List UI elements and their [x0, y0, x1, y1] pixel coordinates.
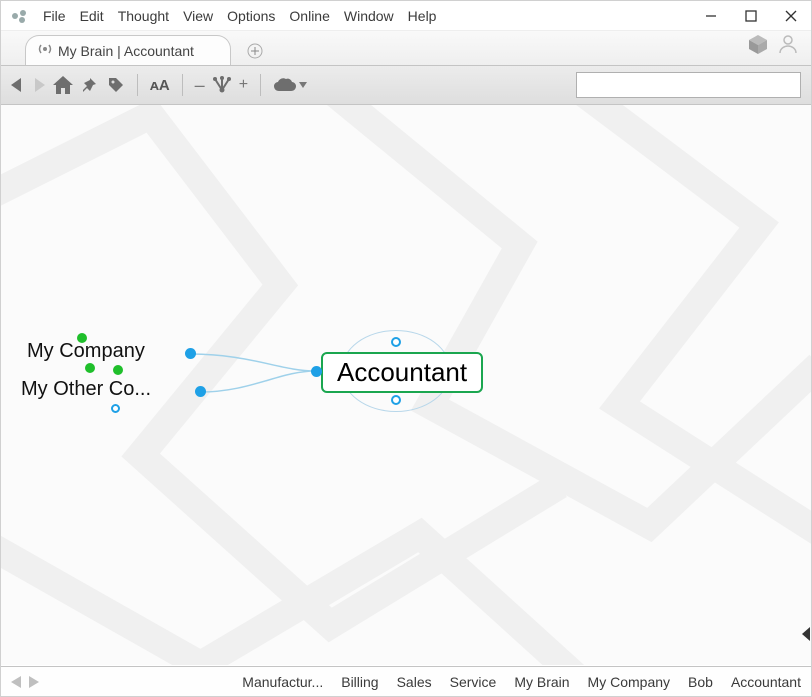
- jump-port[interactable]: [311, 366, 322, 377]
- tab-active[interactable]: My Brain | Accountant: [25, 35, 231, 65]
- parent-port[interactable]: [391, 337, 401, 347]
- toolbar: ᴀA – +: [1, 65, 811, 105]
- menu-help[interactable]: Help: [408, 8, 437, 24]
- nav-back-button[interactable]: [11, 78, 23, 92]
- plex-canvas[interactable]: Accountant My Company My Other Co...: [1, 105, 811, 665]
- pin-button[interactable]: [81, 76, 99, 94]
- app-icon: [9, 6, 29, 26]
- cloud-button[interactable]: [273, 77, 307, 93]
- breadcrumb-item[interactable]: Service: [450, 674, 497, 690]
- broadcast-icon: [38, 42, 52, 59]
- search-input[interactable]: [576, 72, 801, 98]
- nav-forward-button[interactable]: [33, 78, 45, 92]
- link-dot[interactable]: [185, 348, 196, 359]
- breadcrumb-item[interactable]: My Company: [588, 674, 670, 690]
- green-badge: [85, 363, 95, 373]
- textsize-button[interactable]: ᴀA: [150, 77, 170, 94]
- window-controls: [691, 1, 811, 31]
- menu-options[interactable]: Options: [227, 8, 275, 24]
- user-icon[interactable]: [777, 33, 799, 60]
- breadcrumb-item[interactable]: Accountant: [731, 674, 801, 690]
- active-thought[interactable]: Accountant: [321, 352, 483, 393]
- collapse-button[interactable]: –: [195, 75, 205, 96]
- breadcrumb-item[interactable]: Sales: [397, 674, 432, 690]
- statusbar: Manufactur... Billing Sales Service My B…: [1, 666, 811, 696]
- layout-button[interactable]: [213, 76, 231, 94]
- green-badge: [113, 365, 123, 375]
- close-button[interactable]: [771, 1, 811, 31]
- active-thought-label: Accountant: [337, 357, 467, 387]
- menubar: File Edit Thought View Options Online Wi…: [1, 1, 811, 31]
- minimize-button[interactable]: [691, 1, 731, 31]
- related-thought[interactable]: My Other Co...: [21, 378, 151, 401]
- child-port-hollow[interactable]: [111, 404, 120, 413]
- menu-online[interactable]: Online: [289, 8, 329, 24]
- breadcrumb-item[interactable]: Bob: [688, 674, 713, 690]
- tab-label: My Brain | Accountant: [58, 43, 194, 59]
- separator: [260, 74, 261, 96]
- breadcrumb-item[interactable]: Manufactur...: [242, 674, 323, 690]
- separator: [137, 74, 138, 96]
- breadcrumb-item[interactable]: My Brain: [514, 674, 569, 690]
- panel-collapse-handle[interactable]: [801, 625, 811, 643]
- maximize-button[interactable]: [731, 1, 771, 31]
- breadcrumb-item[interactable]: Billing: [341, 674, 378, 690]
- menu-view[interactable]: View: [183, 8, 213, 24]
- history-forward-button[interactable]: [28, 676, 39, 688]
- history-back-button[interactable]: [11, 676, 22, 688]
- separator: [182, 74, 183, 96]
- add-button[interactable]: +: [239, 76, 248, 94]
- tag-button[interactable]: [107, 76, 125, 94]
- home-button[interactable]: [53, 76, 73, 94]
- link-dot[interactable]: [195, 386, 206, 397]
- child-port[interactable]: [391, 395, 401, 405]
- cube-icon[interactable]: [747, 33, 769, 60]
- tab-bar: My Brain | Accountant: [1, 31, 811, 65]
- new-tab-button[interactable]: [241, 37, 269, 65]
- related-thought[interactable]: My Company: [27, 340, 145, 363]
- menu-edit[interactable]: Edit: [80, 8, 104, 24]
- menu-file[interactable]: File: [43, 8, 66, 24]
- menu-window[interactable]: Window: [344, 8, 394, 24]
- menu-thought[interactable]: Thought: [118, 8, 169, 24]
